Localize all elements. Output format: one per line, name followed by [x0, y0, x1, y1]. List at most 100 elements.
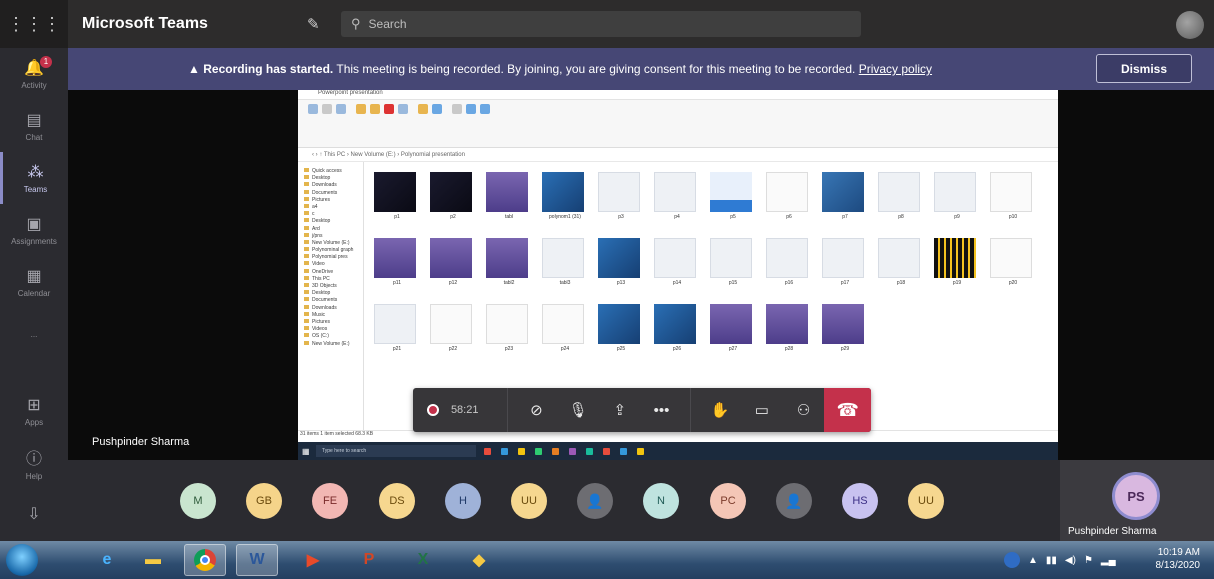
nav-item[interactable]: This PC: [304, 276, 363, 283]
tray-expand-icon[interactable]: ▲: [1028, 555, 1038, 566]
rail-calendar[interactable]: ▦ Calendar: [0, 256, 68, 308]
tray-signal-icon[interactable]: ▂▄: [1101, 555, 1116, 566]
nav-item[interactable]: New Volume (E:): [304, 341, 363, 348]
nav-item[interactable]: Desktop: [304, 290, 363, 297]
profile-avatar[interactable]: [1176, 11, 1204, 39]
file-tile[interactable]: tabl: [486, 172, 532, 232]
nav-item[interactable]: OneDrive: [304, 269, 363, 276]
dismiss-button[interactable]: Dismiss: [1096, 54, 1192, 83]
rail-chat[interactable]: ▤ Chat: [0, 100, 68, 152]
file-tile[interactable]: tabl3: [542, 238, 588, 298]
nav-item[interactable]: Desktop: [304, 175, 363, 182]
more-icon[interactable]: •••: [641, 388, 683, 432]
rail-activity[interactable]: 🔔 1 Activity: [0, 48, 68, 100]
file-tile[interactable]: p14: [654, 238, 700, 298]
nav-item[interactable]: OS (C:): [304, 333, 363, 340]
tray-flag-icon[interactable]: ⚑: [1084, 555, 1093, 566]
raise-hand-icon[interactable]: ✋: [699, 388, 741, 432]
file-tile[interactable]: p7: [822, 172, 868, 232]
rail-more[interactable]: ...: [0, 308, 68, 360]
file-tile[interactable]: p20: [990, 238, 1036, 298]
rail-assignments[interactable]: ▣ Assignments: [0, 204, 68, 256]
nav-item[interactable]: j/pns: [304, 233, 363, 240]
nav-item[interactable]: Pictures: [304, 319, 363, 326]
explorer-icon[interactable]: ▬: [132, 544, 174, 576]
system-clock[interactable]: 10:19 AM 8/13/2020: [1156, 546, 1201, 572]
nav-item[interactable]: Downloads: [304, 305, 363, 312]
participant-avatar[interactable]: N: [643, 483, 679, 519]
file-tile[interactable]: p28: [766, 304, 812, 364]
nav-item[interactable]: c: [304, 211, 363, 218]
participant-avatar[interactable]: H: [445, 483, 481, 519]
nav-item[interactable]: Videos: [304, 326, 363, 333]
participant-avatar[interactable]: 👤: [577, 483, 613, 519]
file-tile[interactable]: p13: [598, 238, 644, 298]
participant-avatar[interactable]: GB: [246, 483, 282, 519]
app-launcher-icon[interactable]: ⋮⋮⋮: [0, 0, 68, 48]
file-tile[interactable]: p9: [934, 172, 980, 232]
tray-network-icon[interactable]: ▮▮: [1046, 555, 1057, 566]
new-chat-icon[interactable]: ✎: [307, 15, 337, 33]
file-tile[interactable]: p5: [710, 172, 756, 232]
file-tile[interactable]: p15: [710, 238, 756, 298]
hang-up-button[interactable]: ☎: [824, 388, 872, 432]
nav-item[interactable]: a4: [304, 204, 363, 211]
nav-item[interactable]: Pictures: [304, 197, 363, 204]
chat-icon[interactable]: ▭: [741, 388, 783, 432]
nav-item[interactable]: Desktop: [304, 218, 363, 225]
file-tile[interactable]: p6: [766, 172, 812, 232]
participant-avatar[interactable]: FE: [312, 483, 348, 519]
rail-download[interactable]: ⇩: [0, 489, 68, 541]
misc-icon[interactable]: ◆: [458, 544, 500, 576]
file-tile[interactable]: p10: [990, 172, 1036, 232]
file-tile[interactable]: p3: [598, 172, 644, 232]
rail-apps[interactable]: ⊞ Apps: [0, 385, 68, 437]
participant-avatar[interactable]: DS: [379, 483, 415, 519]
participant-avatar[interactable]: 👤: [776, 483, 812, 519]
media-icon[interactable]: ▶: [292, 544, 334, 576]
file-tile[interactable]: p23: [486, 304, 532, 364]
tray-volume-icon[interactable]: ◀): [1065, 555, 1076, 566]
participant-avatar[interactable]: PC: [710, 483, 746, 519]
nav-item[interactable]: Documents: [304, 297, 363, 304]
nav-item[interactable]: Ard: [304, 226, 363, 233]
file-tile[interactable]: p26: [654, 304, 700, 364]
file-tile[interactable]: p11: [374, 238, 420, 298]
tray-help-icon[interactable]: [1004, 552, 1020, 568]
nav-item[interactable]: New Volume (E:): [304, 240, 363, 247]
nav-item[interactable]: Quick access: [304, 168, 363, 175]
participant-avatar[interactable]: HS: [842, 483, 878, 519]
file-tile[interactable]: tabl2: [486, 238, 532, 298]
file-tile[interactable]: p17: [822, 238, 868, 298]
search-input[interactable]: ⚲ Search: [341, 11, 861, 37]
participant-avatar[interactable]: M: [180, 483, 216, 519]
nav-item[interactable]: Documents: [304, 190, 363, 197]
mic-off-icon[interactable]: 🎙: [557, 388, 599, 432]
ie-icon[interactable]: e: [86, 544, 128, 576]
explorer-address-bar[interactable]: ‹ › ↑ This PC › New Volume (E:) › Polyno…: [298, 148, 1058, 162]
nav-item[interactable]: Polynomial pres: [304, 254, 363, 261]
chrome-icon[interactable]: [184, 544, 226, 576]
share-icon[interactable]: ⇪: [599, 388, 641, 432]
file-tile[interactable]: p22: [430, 304, 476, 364]
nav-item[interactable]: Music: [304, 312, 363, 319]
rail-teams[interactable]: ⁂ Teams: [0, 152, 68, 204]
file-tile[interactable]: p29: [822, 304, 868, 364]
file-tile[interactable]: p16: [766, 238, 812, 298]
file-tile[interactable]: p4: [654, 172, 700, 232]
participants-icon[interactable]: ⚇: [783, 388, 825, 432]
file-tile[interactable]: p25: [598, 304, 644, 364]
file-tile[interactable]: p18: [878, 238, 924, 298]
file-tile[interactable]: p24: [542, 304, 588, 364]
participant-avatar[interactable]: UU: [511, 483, 547, 519]
file-tile[interactable]: p1: [374, 172, 420, 232]
start-orb-icon[interactable]: [6, 544, 38, 576]
word-icon[interactable]: W: [236, 544, 278, 576]
powerpoint-icon[interactable]: P: [348, 544, 390, 576]
file-tile[interactable]: p12: [430, 238, 476, 298]
camera-off-icon[interactable]: ⊘: [516, 388, 558, 432]
file-tile[interactable]: p8: [878, 172, 924, 232]
file-tile[interactable]: polynom1 (31): [542, 172, 588, 232]
nav-item[interactable]: Downloads: [304, 182, 363, 189]
file-tile[interactable]: p27: [710, 304, 756, 364]
